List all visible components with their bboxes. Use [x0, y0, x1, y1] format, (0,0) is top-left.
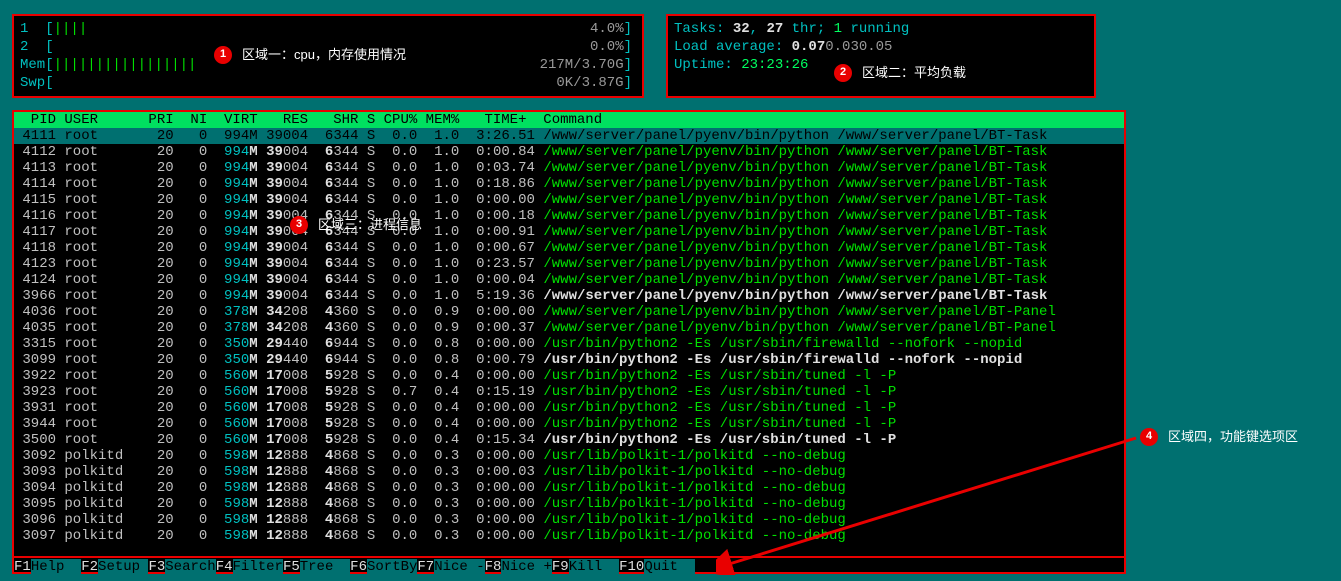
process-row[interactable]: 4124 root 20 0 994M 39004 6344 S 0.0 1.0… — [14, 272, 1124, 288]
process-row[interactable]: 4111 root 20 0 994M 39004 6344 S 0.0 1.0… — [14, 128, 1124, 144]
fn-key-F1[interactable]: F1 — [14, 559, 31, 575]
process-row[interactable]: 4117 root 20 0 994M 39004 6344 S 0.0 1.0… — [14, 224, 1124, 240]
annotation-badge-4: 4 — [1140, 428, 1158, 446]
fn-label-F2[interactable]: Setup — [98, 559, 148, 575]
fn-key-F9[interactable]: F9 — [552, 559, 569, 575]
fn-label-F9[interactable]: Kill — [569, 559, 619, 575]
load-average-line: Load average: 0.07 0.03 0.05 — [674, 38, 1084, 56]
fn-key-F7[interactable]: F7 — [417, 559, 434, 575]
process-row[interactable]: 3500 root 20 0 560M 17008 5928 S 0.0 0.4… — [14, 432, 1124, 448]
function-bar: F1Help F2Setup F3SearchF4FilterF5Tree F6… — [12, 556, 1126, 574]
annotation-4: 4 区域四，功能键选项区 — [1140, 428, 1298, 446]
process-row[interactable]: 3944 root 20 0 560M 17008 5928 S 0.0 0.4… — [14, 416, 1124, 432]
process-row[interactable]: 3966 root 20 0 994M 39004 6344 S 0.0 1.0… — [14, 288, 1124, 304]
fn-key-F4[interactable]: F4 — [216, 559, 233, 575]
fn-label-F4[interactable]: Filter — [233, 559, 283, 575]
meters-panel: 1 [||||4.0%]2 [0.0%] Mem[|||||||||||||||… — [12, 6, 1126, 102]
process-row[interactable]: 3095 polkitd 20 0 598M 12888 4868 S 0.0 … — [14, 496, 1124, 512]
process-row[interactable]: 3094 polkitd 20 0 598M 12888 4868 S 0.0 … — [14, 480, 1124, 496]
process-row[interactable]: 4114 root 20 0 994M 39004 6344 S 0.0 1.0… — [14, 176, 1124, 192]
cpu-meter-1: 1 [||||4.0%] — [20, 20, 632, 38]
tasks-line: Tasks: 32, 27 thr; 1 running — [674, 20, 1084, 38]
process-row[interactable]: 3092 polkitd 20 0 598M 12888 4868 S 0.0 … — [14, 448, 1124, 464]
process-row[interactable]: 3931 root 20 0 560M 17008 5928 S 0.0 0.4… — [14, 400, 1124, 416]
swp-label: Swp — [20, 75, 45, 92]
uptime-line: Uptime: 23:23:26 — [674, 56, 1084, 74]
process-list[interactable]: PID USER PRI NI VIRT RES SHR S CPU% MEM%… — [12, 110, 1126, 558]
process-row[interactable]: 4035 root 20 0 378M 34208 4360 S 0.0 0.9… — [14, 320, 1124, 336]
process-row[interactable]: 3923 root 20 0 560M 17008 5928 S 0.7 0.4… — [14, 384, 1124, 400]
process-row[interactable]: 4118 root 20 0 994M 39004 6344 S 0.0 1.0… — [14, 240, 1124, 256]
process-row[interactable]: 3315 root 20 0 350M 29440 6944 S 0.0 0.8… — [14, 336, 1124, 352]
mem-meter: Mem[|||||||||||||||||217M/3.70G] — [20, 56, 632, 74]
mem-label: Mem — [20, 57, 45, 74]
cpu-mem-meters: 1 [||||4.0%]2 [0.0%] Mem[|||||||||||||||… — [12, 14, 644, 98]
fn-key-F5[interactable]: F5 — [283, 559, 300, 575]
process-row[interactable]: 3096 polkitd 20 0 598M 12888 4868 S 0.0 … — [14, 512, 1124, 528]
process-row[interactable]: 3099 root 20 0 350M 29440 6944 S 0.0 0.8… — [14, 352, 1124, 368]
fn-key-F10[interactable]: F10 — [619, 559, 644, 575]
process-row[interactable]: 4116 root 20 0 994M 39004 6344 S 0.0 1.0… — [14, 208, 1124, 224]
process-row[interactable]: 3097 polkitd 20 0 598M 12888 4868 S 0.0 … — [14, 528, 1124, 544]
cpu-meter-2: 2 [0.0%] — [20, 38, 632, 56]
process-row[interactable]: 4115 root 20 0 994M 39004 6344 S 0.0 1.0… — [14, 192, 1124, 208]
process-row[interactable]: 4112 root 20 0 994M 39004 6344 S 0.0 1.0… — [14, 144, 1124, 160]
fn-label-F5[interactable]: Tree — [300, 559, 350, 575]
fn-label-F6[interactable]: SortBy — [367, 559, 417, 575]
process-row[interactable]: 4036 root 20 0 378M 34208 4360 S 0.0 0.9… — [14, 304, 1124, 320]
fn-key-F8[interactable]: F8 — [485, 559, 502, 575]
fn-label-F1[interactable]: Help — [31, 559, 81, 575]
process-row[interactable]: 3922 root 20 0 560M 17008 5928 S 0.0 0.4… — [14, 368, 1124, 384]
process-header[interactable]: PID USER PRI NI VIRT RES SHR S CPU% MEM%… — [14, 112, 1124, 128]
swp-value: 0K/3.87G — [556, 75, 623, 92]
fn-label-F10[interactable]: Quit — [644, 559, 694, 575]
process-row[interactable]: 4123 root 20 0 994M 39004 6344 S 0.0 1.0… — [14, 256, 1124, 272]
process-row[interactable]: 3093 polkitd 20 0 598M 12888 4868 S 0.0 … — [14, 464, 1124, 480]
process-row[interactable]: 4113 root 20 0 994M 39004 6344 S 0.0 1.0… — [14, 160, 1124, 176]
fn-label-F7[interactable]: Nice - — [434, 559, 484, 575]
load-meters: Tasks: 32, 27 thr; 1 running Load averag… — [666, 14, 1096, 98]
fn-key-F6[interactable]: F6 — [350, 559, 367, 575]
fn-key-F3[interactable]: F3 — [148, 559, 165, 575]
fn-label-F8[interactable]: Nice + — [501, 559, 551, 575]
mem-value: 217M/3.70G — [540, 57, 624, 74]
fn-key-F2[interactable]: F2 — [81, 559, 98, 575]
fn-label-F3[interactable]: Search — [165, 559, 215, 575]
swap-meter: Swp[0K/3.87G] — [20, 74, 632, 92]
